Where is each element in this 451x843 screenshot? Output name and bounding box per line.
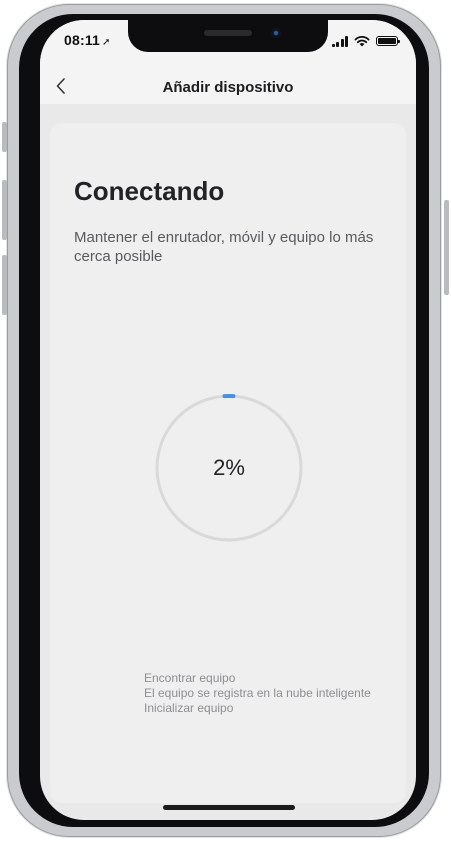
step-register-cloud: El equipo se registra en la nube intelig… [144, 686, 371, 700]
connecting-heading: Conectando [74, 176, 225, 206]
phone-screen: 08:11 ➚ Añadir dispositivo Conectando Man… [40, 20, 416, 820]
notch [128, 20, 328, 52]
power-button [444, 200, 449, 295]
home-indicator[interactable] [163, 805, 295, 810]
mute-switch [2, 122, 7, 152]
connection-steps: Encontrar equipo El equipo se registra e… [144, 671, 406, 716]
page-title: Añadir dispositivo [162, 79, 294, 96]
battery-icon [376, 36, 400, 46]
wifi-icon [354, 36, 370, 47]
cellular-signal-icon [331, 35, 348, 47]
step-find-device: Encontrar equipo [144, 671, 236, 685]
connecting-card: Conectando Mantener el enrutador, móvil … [50, 123, 406, 803]
status-icons [331, 34, 400, 48]
volume-up-button [2, 180, 7, 240]
navigation-bar: Añadir dispositivo [40, 70, 416, 104]
location-arrow-icon: ➚ [102, 37, 111, 48]
step-initialize-device: Inicializar equipo [144, 701, 234, 715]
status-time: 08:11 ➚ [64, 32, 111, 48]
front-camera [271, 28, 281, 38]
volume-down-button [2, 255, 7, 315]
status-bar: 08:11 ➚ [40, 20, 416, 70]
speaker-grille [204, 30, 252, 36]
connecting-instructions: Mantener el enrutador, móvil y equipo lo… [74, 229, 374, 265]
progress-percent-label: 2% [213, 455, 245, 480]
